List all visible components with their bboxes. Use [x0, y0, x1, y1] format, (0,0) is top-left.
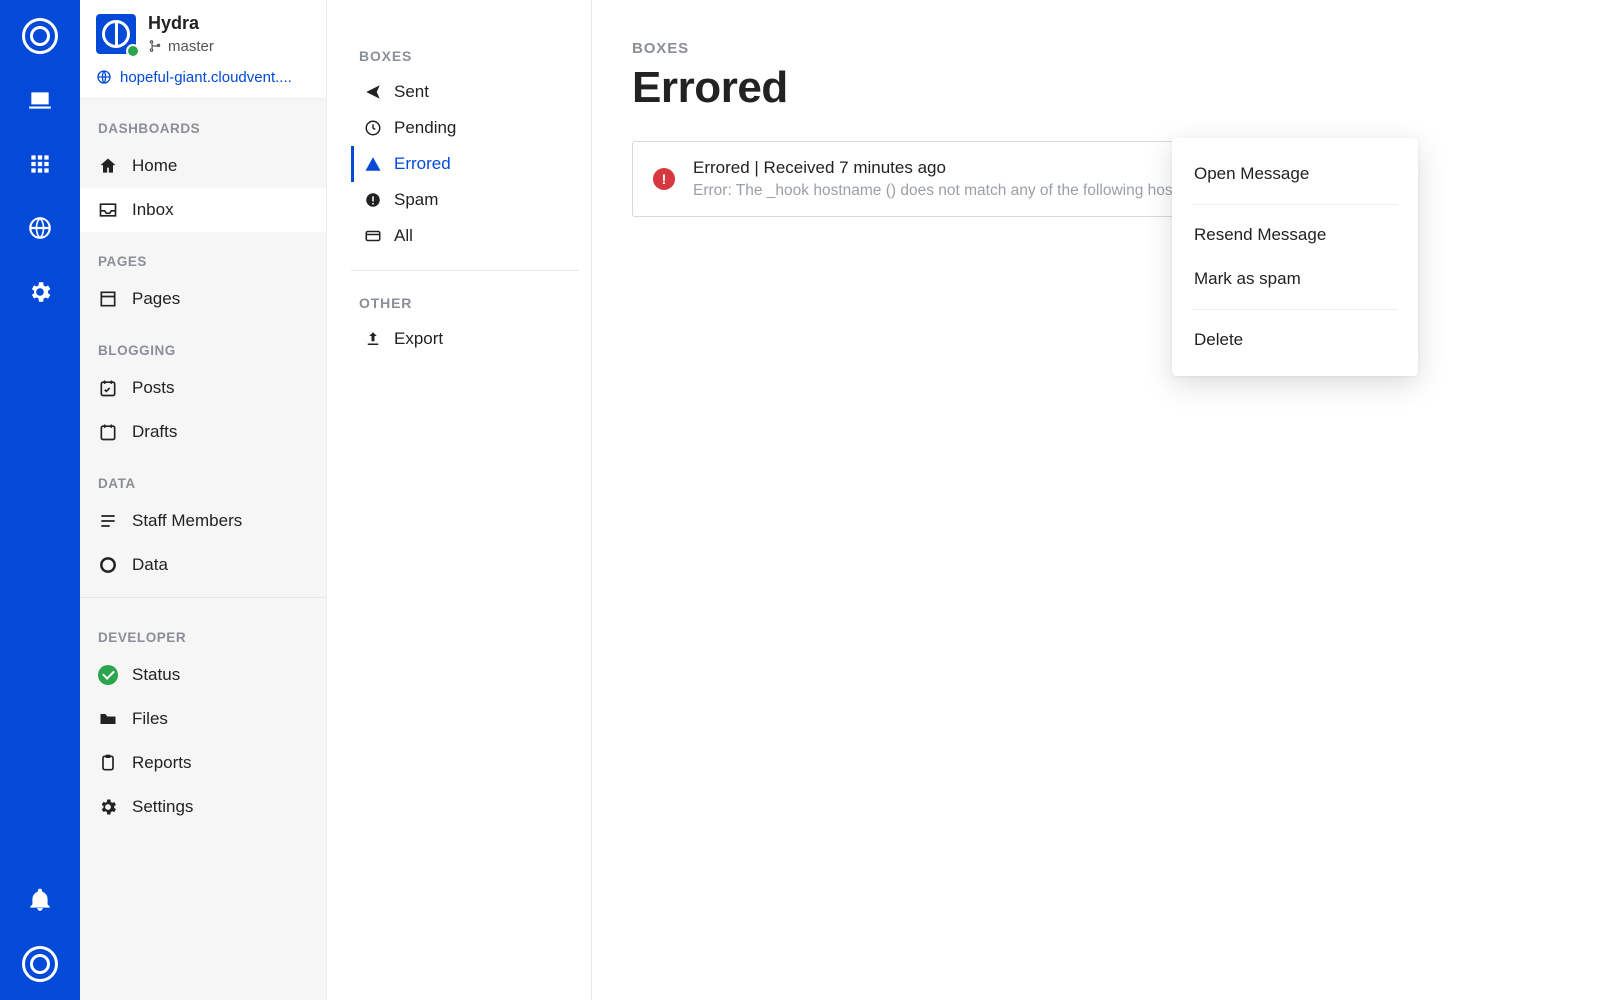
sidebar-item-label: Posts	[132, 378, 175, 398]
branch-label: master	[168, 38, 214, 55]
menu-mark-spam[interactable]: Mark as spam	[1172, 257, 1418, 301]
rail-bottom	[22, 882, 58, 982]
subnav-item-pending[interactable]: Pending	[351, 110, 579, 146]
globe-small-icon	[96, 69, 112, 85]
subnav-group-other: OTHER	[351, 271, 579, 321]
breadcrumb: BOXES	[632, 40, 1560, 57]
site-logo[interactable]	[96, 14, 136, 54]
sidebar-item-reports[interactable]: Reports	[80, 741, 326, 785]
sidebar-item-label: Home	[132, 156, 177, 176]
home-icon	[98, 156, 118, 176]
folder-icon	[98, 709, 118, 729]
subnav-item-label: Spam	[394, 190, 438, 210]
ring-icon	[98, 555, 118, 575]
section-pages: PAGES	[80, 232, 326, 277]
sidebar-item-files[interactable]: Files	[80, 697, 326, 741]
subnav-item-label: Sent	[394, 82, 429, 102]
site-branch[interactable]: master	[148, 38, 214, 55]
branch-icon	[148, 39, 162, 53]
list-icon	[98, 511, 118, 531]
avatar-logo-icon[interactable]	[22, 946, 58, 982]
section-dashboards: DASHBOARDS	[80, 99, 326, 144]
subnav-group-boxes: BOXES	[351, 24, 579, 74]
menu-separator	[1192, 204, 1398, 205]
site-url-text: hopeful-giant.cloudvent....	[120, 69, 292, 86]
sidebar-item-label: Inbox	[132, 200, 174, 220]
export-icon	[364, 330, 382, 348]
inbox-icon	[98, 200, 118, 220]
subnav-item-label: All	[394, 226, 413, 246]
menu-open-message[interactable]: Open Message	[1172, 152, 1418, 196]
sidebar-item-status[interactable]: Status	[80, 653, 326, 697]
sidebar-item-data[interactable]: Data	[80, 543, 326, 587]
clock-icon	[364, 119, 382, 137]
sidebar-item-label: Data	[132, 555, 168, 575]
sidebar-item-label: Reports	[132, 753, 192, 773]
sidebar-divider	[80, 597, 326, 598]
subnav-item-spam[interactable]: Spam	[351, 182, 579, 218]
site-url[interactable]: hopeful-giant.cloudvent....	[96, 69, 310, 86]
main-content: BOXES Errored ! Errored | Received 7 min…	[592, 0, 1600, 1000]
sidebar-item-home[interactable]: Home	[80, 144, 326, 188]
status-badge-icon	[126, 44, 140, 58]
subnav-item-sent[interactable]: Sent	[351, 74, 579, 110]
calendar-check-icon	[98, 378, 118, 398]
sidebar-item-pages[interactable]: Pages	[80, 277, 326, 321]
laptop-icon[interactable]	[22, 82, 58, 118]
section-blogging: BLOGGING	[80, 321, 326, 366]
calendar-icon	[98, 422, 118, 442]
page-title: Errored	[632, 63, 1560, 113]
globe-icon[interactable]	[22, 210, 58, 246]
logo-icon[interactable]	[22, 18, 58, 54]
all-icon	[364, 227, 382, 245]
sidebar-item-staff[interactable]: Staff Members	[80, 499, 326, 543]
section-data: DATA	[80, 454, 326, 499]
sidebar-item-inbox[interactable]: Inbox	[80, 188, 326, 232]
sidebar-item-label: Settings	[132, 797, 193, 817]
context-menu: Open Message Resend Message Mark as spam…	[1172, 138, 1418, 376]
sidebar-item-label: Pages	[132, 289, 180, 309]
sidebar-nav: DASHBOARDS Home Inbox PAGES Pages BLOGGI…	[80, 99, 326, 1000]
menu-resend-message[interactable]: Resend Message	[1172, 213, 1418, 257]
sidebar-item-drafts[interactable]: Drafts	[80, 410, 326, 454]
menu-delete[interactable]: Delete	[1172, 318, 1418, 362]
clipboard-icon	[98, 753, 118, 773]
site-name: Hydra	[148, 14, 214, 34]
status-ok-icon	[98, 665, 118, 685]
subnav-item-errored[interactable]: Errored	[351, 146, 579, 182]
apps-icon[interactable]	[22, 146, 58, 182]
subnav-item-all[interactable]: All	[351, 218, 579, 254]
sidebar-item-label: Staff Members	[132, 511, 242, 531]
error-icon	[364, 191, 382, 209]
gear-icon[interactable]	[22, 274, 58, 310]
warning-icon	[364, 155, 382, 173]
subnav-item-label: Pending	[394, 118, 456, 138]
pages-icon	[98, 289, 118, 309]
icon-rail	[0, 0, 80, 1000]
menu-separator	[1192, 309, 1398, 310]
sidebar: Hydra master hopeful-giant.cloudvent....…	[80, 0, 327, 1000]
send-icon	[364, 83, 382, 101]
settings-icon	[98, 797, 118, 817]
boxes-subnav: BOXES Sent Pending Errored Spam All OTHE…	[327, 0, 592, 1000]
section-developer: DEVELOPER	[80, 608, 326, 653]
rail-top	[22, 18, 58, 310]
sidebar-item-settings[interactable]: Settings	[80, 785, 326, 829]
sidebar-item-label: Files	[132, 709, 168, 729]
sidebar-item-label: Status	[132, 665, 180, 685]
sidebar-item-posts[interactable]: Posts	[80, 366, 326, 410]
site-header: Hydra master hopeful-giant.cloudvent....	[80, 0, 326, 99]
bell-icon[interactable]	[22, 882, 58, 918]
error-badge-icon: !	[653, 168, 675, 190]
sidebar-item-label: Drafts	[132, 422, 177, 442]
subnav-item-label: Errored	[394, 154, 451, 174]
subnav-item-label: Export	[394, 329, 443, 349]
subnav-item-export[interactable]: Export	[351, 321, 579, 357]
